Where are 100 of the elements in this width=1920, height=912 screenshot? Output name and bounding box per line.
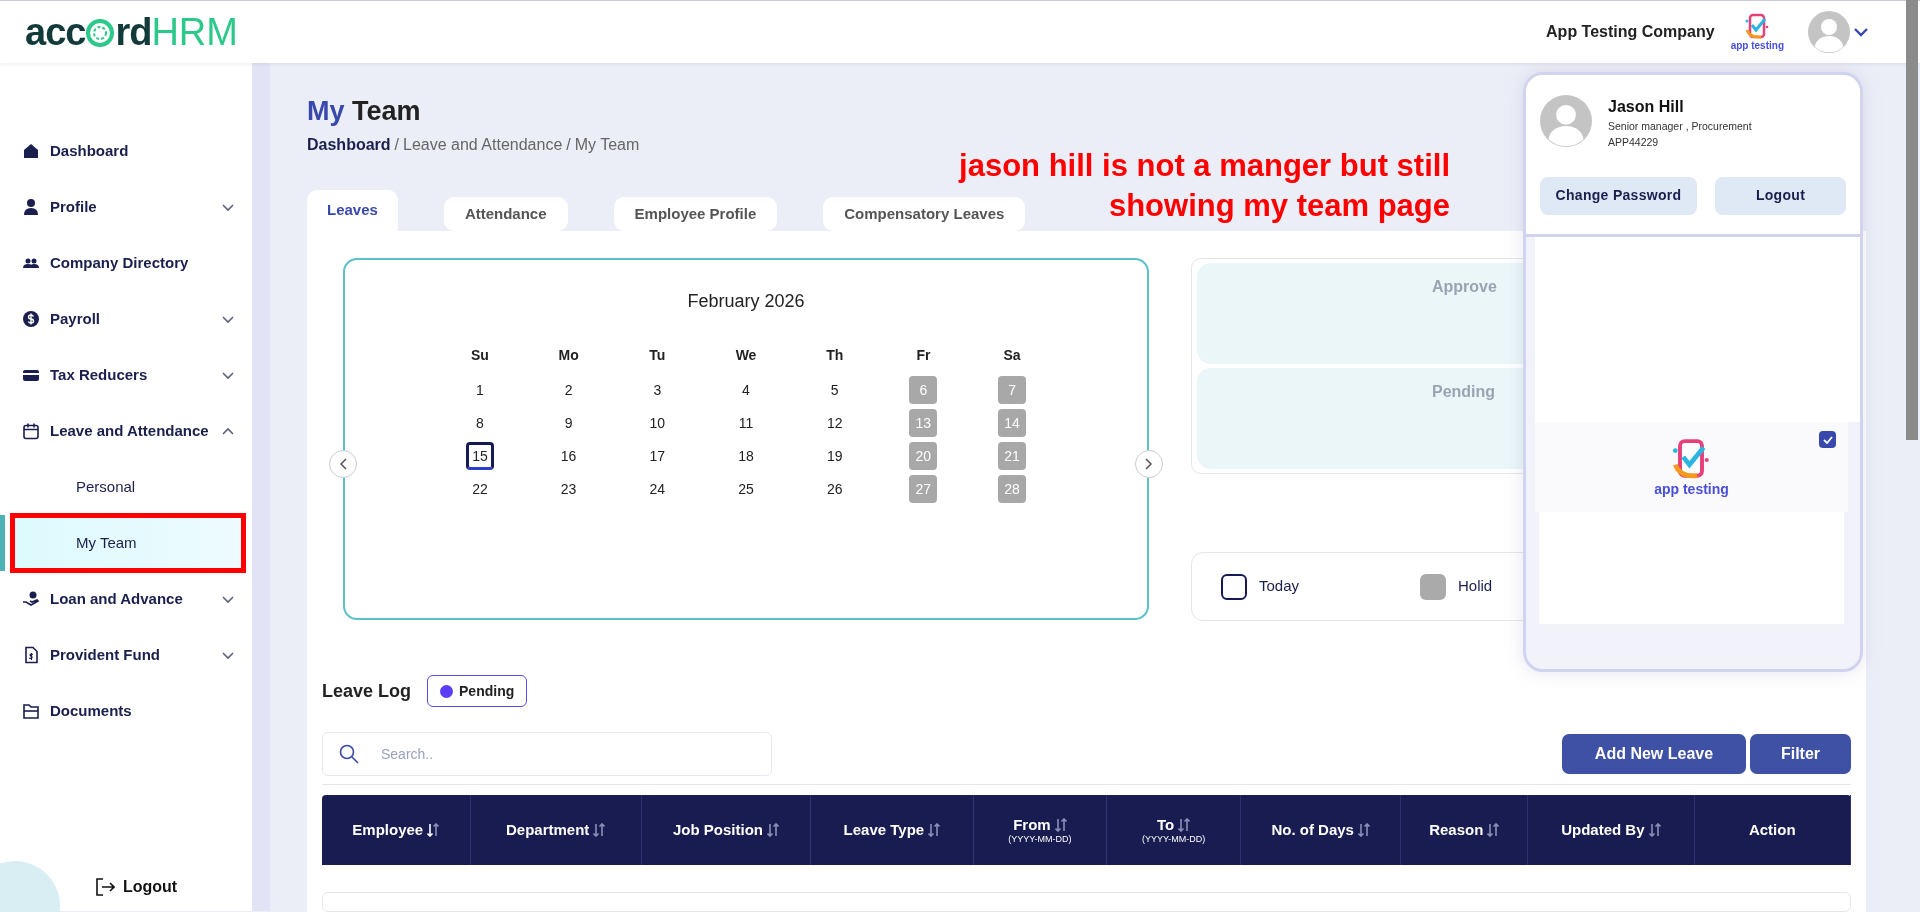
breadcrumb-separator: / bbox=[566, 135, 571, 155]
sidebar-subitem[interactable]: My Team bbox=[12, 515, 244, 571]
calendar-day[interactable]: 1 bbox=[465, 376, 494, 404]
sort-icon[interactable] bbox=[427, 823, 440, 837]
document-icon bbox=[22, 646, 40, 664]
tab[interactable]: Attendance bbox=[443, 197, 568, 231]
calendar-day[interactable]: 11 bbox=[732, 409, 760, 437]
section-title: Leave Log bbox=[322, 679, 412, 703]
sidebar-item[interactable]: Company Directory bbox=[0, 235, 252, 291]
logout-link[interactable]: Logout bbox=[95, 875, 178, 899]
holiday-swatch bbox=[1420, 573, 1446, 600]
breadcrumb-link[interactable]: My Team bbox=[574, 133, 640, 157]
calendar-day[interactable]: 17 bbox=[643, 442, 672, 470]
chevron-down-icon[interactable] bbox=[1854, 27, 1868, 37]
annotation-text: showing my team page bbox=[1108, 187, 1450, 225]
calendar-day[interactable]: 2 bbox=[554, 376, 583, 404]
page-title: My Team bbox=[307, 95, 421, 128]
scrollbar[interactable] bbox=[1906, 0, 1918, 440]
sidebar-item[interactable]: Profile bbox=[0, 179, 252, 235]
hand-coin-icon bbox=[22, 590, 40, 608]
month-title: February 2026 bbox=[686, 290, 806, 313]
column-header[interactable]: Reason bbox=[1429, 821, 1484, 839]
selection-indicator bbox=[0, 515, 5, 571]
stat-label: Pending bbox=[1431, 382, 1497, 402]
logo-text: app testing bbox=[1730, 41, 1784, 51]
breadcrumb-separator: / bbox=[394, 135, 400, 155]
change-password-button[interactable]: Change Password bbox=[1540, 176, 1697, 215]
weekday-label: Fr bbox=[915, 346, 932, 365]
column-header[interactable]: Action bbox=[1748, 821, 1796, 839]
legend-label: Holid bbox=[1458, 576, 1493, 597]
dollar-icon bbox=[22, 310, 40, 328]
sidebar-item[interactable]: Loan and Advance bbox=[0, 571, 252, 627]
sidebar-item[interactable]: Payroll bbox=[0, 291, 252, 347]
checkbox[interactable] bbox=[1819, 431, 1836, 448]
tab[interactable]: Employee Profile bbox=[613, 197, 778, 231]
column-subheader: (YYYY-MM-DD) bbox=[1142, 833, 1206, 845]
user-name: Jason Hill bbox=[1608, 97, 1685, 117]
column-header[interactable]: Updated By bbox=[1561, 821, 1645, 839]
calendar-day[interactable]: 22 bbox=[465, 475, 494, 503]
calendar-day[interactable]: 12 bbox=[820, 409, 849, 437]
legend-label: Today bbox=[1259, 576, 1300, 597]
company-card[interactable]: app testing bbox=[1535, 422, 1848, 512]
column-header[interactable]: To bbox=[1157, 815, 1175, 834]
column-header[interactable]: Leave Type bbox=[843, 821, 925, 839]
calendar-day[interactable]: 15 bbox=[465, 442, 494, 470]
sidebar-item[interactable]: Documents bbox=[0, 683, 252, 739]
calendar-day[interactable]: 3 bbox=[643, 376, 672, 404]
person-icon bbox=[22, 198, 40, 216]
employee-id: APP44229 bbox=[1608, 134, 1660, 150]
company-name: App Testing Company bbox=[1546, 22, 1715, 42]
column-header[interactable]: No. of Days bbox=[1271, 821, 1354, 839]
column-header[interactable]: Job Position bbox=[673, 821, 763, 839]
calendar-day[interactable]: 10 bbox=[643, 409, 672, 437]
stat-label: Approve bbox=[1431, 277, 1498, 297]
calendar-day[interactable]: 24 bbox=[643, 475, 672, 503]
tab[interactable]: Compensatory Leaves bbox=[823, 197, 1026, 231]
calendar-day[interactable]: 25 bbox=[732, 475, 760, 503]
filter-button[interactable]: Filter bbox=[1750, 734, 1851, 774]
status-filter[interactable]: Pending bbox=[427, 675, 528, 707]
sidebar-subitem[interactable]: Personal bbox=[12, 459, 244, 515]
breadcrumb-link[interactable]: Dashboard bbox=[307, 133, 391, 157]
calendar-day[interactable]: 4 bbox=[732, 376, 760, 404]
weekday-label: Tu bbox=[648, 346, 667, 365]
calendar-day[interactable]: 26 bbox=[820, 475, 849, 503]
breadcrumb-link[interactable]: Leave and Attendance bbox=[403, 133, 563, 157]
logout-icon bbox=[95, 878, 115, 896]
column-header[interactable]: From bbox=[1013, 815, 1051, 834]
column-header[interactable]: Department bbox=[506, 821, 590, 839]
calendar-icon bbox=[22, 422, 40, 440]
weekday-label: Sa bbox=[1002, 346, 1022, 365]
folder-icon bbox=[22, 702, 40, 720]
calendar-day[interactable]: 16 bbox=[554, 442, 583, 470]
weekday-label: Su bbox=[470, 346, 490, 365]
sidebar-item[interactable]: Dashboard bbox=[0, 123, 252, 179]
sidebar-item[interactable]: Leave and Attendance bbox=[0, 403, 252, 459]
previous-month-button[interactable] bbox=[329, 450, 357, 478]
calendar-day[interactable]: 18 bbox=[732, 442, 760, 470]
chevron-left-icon bbox=[339, 458, 347, 470]
annotation-text: jason hill is not a manger but still bbox=[959, 147, 1450, 185]
calendar-day[interactable]: 19 bbox=[820, 442, 849, 470]
column-subheader: (YYYY-MM-DD) bbox=[1008, 833, 1072, 845]
next-month-button[interactable] bbox=[1135, 450, 1163, 478]
tab[interactable]: Leaves bbox=[307, 190, 398, 231]
sidebar-item[interactable]: Tax Reducers bbox=[0, 347, 252, 403]
check-icon bbox=[1822, 435, 1833, 444]
chevron-right-icon bbox=[1145, 458, 1153, 470]
search-icon bbox=[339, 744, 359, 764]
sidebar-item[interactable]: Provident Fund bbox=[0, 627, 252, 683]
search-field[interactable]: Search.. bbox=[322, 732, 772, 776]
calendar-day[interactable]: 23 bbox=[554, 475, 583, 503]
brand-logo: acc rdHRM bbox=[25, 13, 238, 51]
user-role: Senior manager , Procurement bbox=[1608, 119, 1752, 134]
calendar-day[interactable]: 8 bbox=[465, 409, 494, 437]
weekday-label: Th bbox=[825, 346, 845, 365]
calendar-day[interactable]: 9 bbox=[554, 409, 583, 437]
column-header[interactable]: Employee bbox=[352, 821, 424, 839]
avatar-icon bbox=[1540, 95, 1592, 147]
calendar-day[interactable]: 5 bbox=[820, 376, 849, 404]
add-leave-button[interactable]: Add New Leave bbox=[1562, 734, 1746, 774]
logout-button[interactable]: Logout bbox=[1715, 176, 1846, 215]
